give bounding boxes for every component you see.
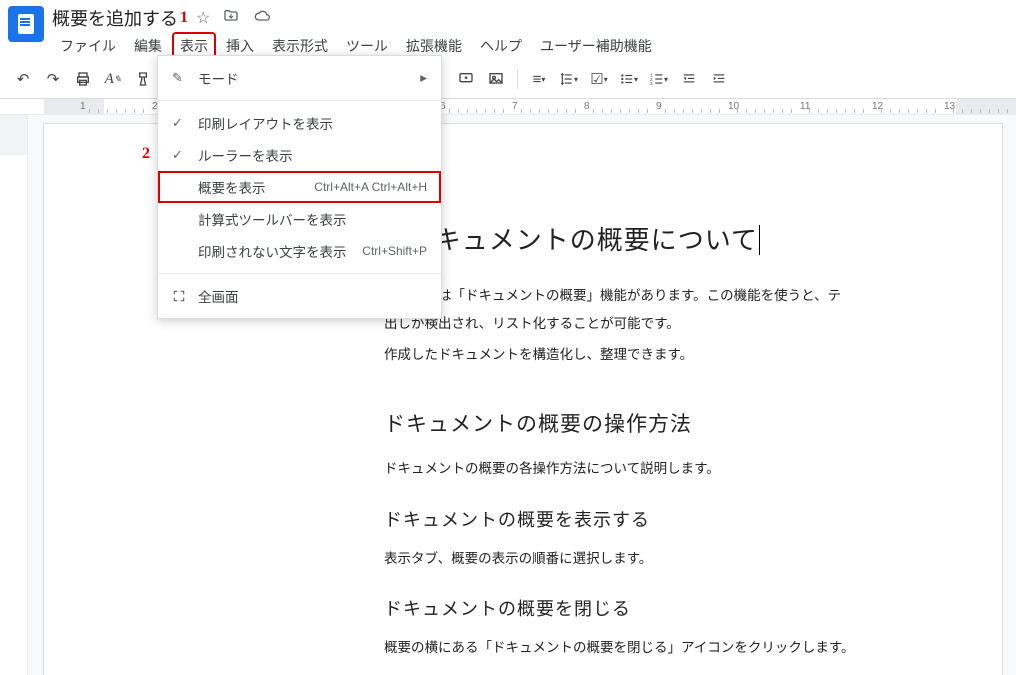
svg-text:3: 3	[650, 81, 653, 86]
ruler-v-margin	[0, 115, 27, 155]
title-column: 概要を追加する 1 ☆ ファイル 編集 表示 挿入 表示形式 ツール 拡張機能 …	[52, 6, 1008, 60]
vertical-ruler[interactable]	[0, 115, 28, 675]
increase-indent-button[interactable]	[706, 66, 732, 92]
move-folder-icon[interactable]	[222, 8, 240, 28]
star-icon[interactable]: ☆	[196, 8, 210, 28]
dropdown-separator	[158, 100, 441, 101]
annotation-1: 1	[180, 9, 188, 27]
dd-fullscreen[interactable]: 全画面	[158, 280, 441, 312]
undo-button[interactable]: ↶	[10, 66, 36, 92]
title-row: 概要を追加する 1 ☆	[52, 6, 1008, 30]
body-paragraph[interactable]: 作成したドキュメントを構造化し、整理できます。	[384, 342, 902, 368]
dd-show-ruler-label: ルーラーを表示	[198, 145, 427, 165]
dd-print-layout[interactable]: ✓ 印刷レイアウトを表示	[158, 107, 441, 139]
insert-image-button[interactable]	[483, 66, 509, 92]
doc-heading-3[interactable]: ドキュメントの概要を表示する	[384, 506, 902, 532]
body-paragraph[interactable]: 出しが検出され、リスト化することが可能です。	[384, 311, 902, 337]
dd-mode[interactable]: ✎ モード ▸	[158, 62, 441, 94]
body-paragraph[interactable]: メントには「ドキュメントの概要」機能があります。この機能を使うと、テ	[384, 283, 902, 309]
dd-fullscreen-label: 全画面	[198, 286, 427, 306]
check-icon: ✓	[172, 147, 198, 163]
decrease-indent-button[interactable]	[676, 66, 702, 92]
ruler-tick: 1	[80, 101, 86, 112]
dd-show-outline-shortcut: Ctrl+Alt+A Ctrl+Alt+H	[314, 180, 427, 194]
bulleted-list-button[interactable]: ▾	[616, 66, 642, 92]
doc-heading-3[interactable]: ドキュメントの概要を閉じる	[384, 595, 902, 621]
body-paragraph[interactable]: 表示タブ、概要の表示の順番に選択します。	[384, 546, 902, 572]
doc-heading-2[interactable]: ドキュメントの概要の操作方法	[384, 408, 902, 438]
dd-show-outline[interactable]: 概要を表示 Ctrl+Alt+A Ctrl+Alt+H	[158, 171, 441, 203]
dd-nonprinting-label: 印刷されない文字を表示	[198, 241, 362, 261]
ruler-tick: 7	[512, 101, 518, 112]
print-button[interactable]	[70, 66, 96, 92]
menu-accessibility[interactable]: ユーザー補助機能	[532, 32, 660, 60]
ruler-tick: 9	[656, 101, 662, 112]
paint-format-button[interactable]	[130, 66, 156, 92]
redo-button[interactable]: ↷	[40, 66, 66, 92]
h1-text: ドキュメントの概要について	[408, 225, 758, 255]
spellcheck-button[interactable]: A✎	[100, 66, 126, 92]
body-paragraph[interactable]: 概要の横にある「ドキュメントの概要を閉じる」アイコンをクリックします。	[384, 635, 902, 661]
title-toolbar-icons: ☆	[196, 8, 272, 28]
checklist-button[interactable]: ☑▾	[586, 66, 612, 92]
check-icon: ✓	[172, 115, 198, 131]
app-header: 概要を追加する 1 ☆ ファイル 編集 表示 挿入 表示形式 ツール 拡張機能 …	[0, 0, 1016, 60]
fullscreen-icon	[172, 289, 198, 303]
view-menu-dropdown: ✎ モード ▸ ✓ 印刷レイアウトを表示 ✓ ルーラーを表示 概要を表示 Ctr…	[157, 55, 442, 319]
menu-file[interactable]: ファイル	[52, 32, 124, 60]
pencil-icon: ✎	[172, 70, 198, 86]
menu-help[interactable]: ヘルプ	[472, 32, 530, 60]
dd-mode-label: モード	[198, 68, 420, 88]
dd-equation-toolbar-label: 計算式ツールバーを表示	[198, 209, 427, 229]
annotation-2: 2	[142, 145, 150, 163]
ruler-tick: 8	[584, 101, 590, 112]
dd-show-outline-label: 概要を表示	[198, 177, 314, 197]
numbered-list-button[interactable]: 123▾	[646, 66, 672, 92]
align-button[interactable]: ≡▾	[526, 66, 552, 92]
toolbar-separator	[517, 69, 518, 89]
line-spacing-button[interactable]: ▾	[556, 66, 582, 92]
docs-logo-icon[interactable]	[8, 6, 44, 42]
body-paragraph[interactable]: ドキュメントの概要の各操作方法について説明します。	[384, 456, 902, 482]
dd-print-layout-label: 印刷レイアウトを表示	[198, 113, 427, 133]
cloud-status-icon[interactable]	[252, 8, 272, 28]
toolbar: ↶ ↷ A✎ − 21 + B I U A ≡▾ ▾ ☑▾ ▾ 123▾	[0, 60, 1016, 99]
dropdown-separator	[158, 273, 441, 274]
dd-equation-toolbar[interactable]: 計算式ツールバーを表示	[158, 203, 441, 235]
insert-comment-button[interactable]	[453, 66, 479, 92]
dd-show-ruler[interactable]: ✓ ルーラーを表示	[158, 139, 441, 171]
text-cursor	[758, 225, 760, 255]
horizontal-ruler[interactable]: 12345678910111213	[0, 99, 1016, 115]
doc-heading-1[interactable]: e ドキュメントの概要について	[384, 220, 902, 257]
document-title[interactable]: 概要を追加する	[52, 5, 178, 31]
dd-nonprinting-shortcut: Ctrl+Shift+P	[362, 244, 427, 258]
chevron-right-icon: ▸	[420, 70, 427, 86]
workspace: e ドキュメントの概要について メントには「ドキュメントの概要」機能があります。…	[0, 115, 1016, 675]
dd-nonprinting-chars[interactable]: 印刷されない文字を表示 Ctrl+Shift+P	[158, 235, 441, 267]
